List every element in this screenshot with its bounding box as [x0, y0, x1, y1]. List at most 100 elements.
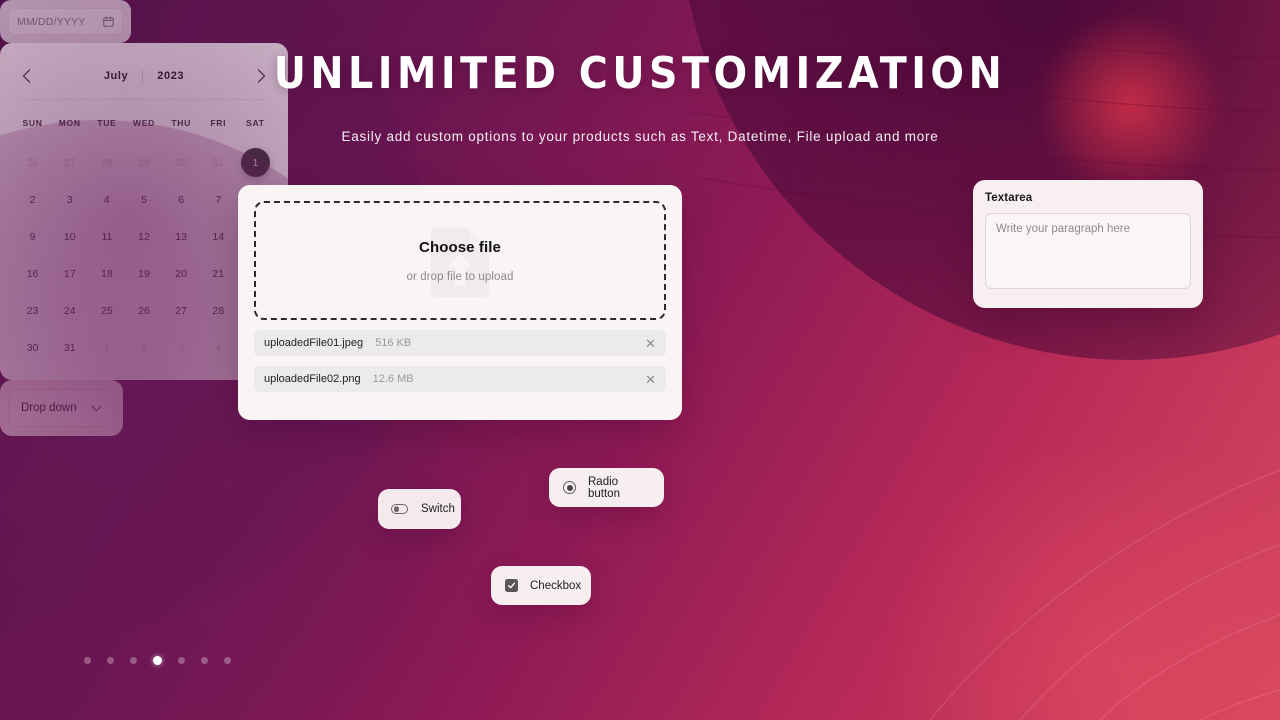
chevron-down-icon[interactable]	[91, 405, 102, 412]
calendar-day[interactable]: 26	[125, 292, 162, 329]
date-input[interactable]: MM/DD/YYYY	[8, 8, 123, 35]
file-dropzone[interactable]: Choose file or drop file to upload	[254, 201, 666, 320]
calendar-day-number: 2	[29, 193, 36, 206]
close-icon[interactable]: ✕	[645, 373, 656, 386]
calendar-day[interactable]: 26	[14, 144, 51, 181]
calendar-day-number: 6	[178, 193, 185, 206]
calendar-day[interactable]: 4	[200, 329, 237, 366]
calendar-day-number: 28	[101, 156, 113, 169]
date-placeholder: MM/DD/YYYY	[17, 15, 86, 28]
calendar-day[interactable]: 12	[125, 218, 162, 255]
calendar-day-number: 31	[63, 341, 76, 354]
divider	[22, 99, 266, 100]
calendar-day[interactable]: 25	[88, 292, 125, 329]
pagination-dot[interactable]	[224, 657, 231, 664]
calendar-day-number: 26	[138, 304, 150, 317]
calendar-day[interactable]: 3	[163, 329, 200, 366]
calendar-day-number: 11	[101, 230, 113, 243]
calendar-day[interactable]: 7	[200, 181, 237, 218]
file-size: 12.6 MB	[372, 373, 414, 385]
calendar-day[interactable]: 17	[51, 255, 88, 292]
calendar-day[interactable]: 5	[125, 181, 162, 218]
calendar-day[interactable]: 24	[51, 292, 88, 329]
calendar-day-number: 1	[240, 148, 270, 177]
calendar-day-number: 18	[101, 267, 113, 280]
calendar-day-number: 4	[103, 193, 110, 206]
dropdown-select[interactable]: Drop down	[9, 389, 114, 427]
calendar-day[interactable]: 29	[125, 144, 162, 181]
close-icon[interactable]: ✕	[645, 337, 656, 350]
calendar-day-number: 12	[138, 230, 150, 243]
calendar-day-number: 27	[175, 304, 187, 317]
pagination-dot-active[interactable]	[153, 656, 162, 665]
calendar-day[interactable]: 28	[200, 292, 237, 329]
checkbox-control[interactable]: Checkbox	[491, 566, 591, 605]
radio-inner-dot	[566, 484, 573, 491]
calendar-day[interactable]: 4	[88, 181, 125, 218]
date-input-card: MM/DD/YYYY	[0, 0, 131, 43]
page-subtitle: Easily add custom options to your produc…	[341, 129, 939, 144]
dropdown-label: Drop down	[21, 402, 77, 414]
calendar-day[interactable]: 2	[125, 329, 162, 366]
calendar-day[interactable]: 14	[200, 218, 237, 255]
calendar-day[interactable]: 27	[163, 292, 200, 329]
file-upload-card: Choose file or drop file to upload uploa…	[238, 185, 682, 420]
checkbox-label: Checkbox	[530, 579, 582, 592]
calendar-icon[interactable]	[103, 16, 114, 27]
calendar-day[interactable]: 23	[14, 292, 51, 329]
calendar-day-number: 20	[175, 267, 187, 280]
calendar-day-number: 30	[26, 341, 39, 354]
file-name: uploadedFile02.png	[264, 373, 361, 385]
toggle-switch-icon[interactable]	[391, 504, 408, 514]
calendar-day-number: 16	[26, 267, 39, 280]
textarea-input[interactable]: Write your paragraph here	[985, 213, 1191, 289]
pagination-dot[interactable]	[130, 657, 137, 664]
radio-icon[interactable]	[563, 481, 576, 494]
calendar-day-number: 7	[215, 193, 222, 206]
calendar-day-number: 30	[175, 156, 187, 169]
calendar-day[interactable]: 31	[51, 329, 88, 366]
calendar-day-number: 23	[26, 304, 39, 317]
file-size: 516 KB	[375, 337, 412, 349]
slide-canvas: UNLIMITED CUSTOMIZATION Easily add custo…	[0, 0, 1280, 720]
calendar-day-number: 14	[212, 230, 225, 243]
calendar-day[interactable]: 30	[163, 144, 200, 181]
calendar-day[interactable]: 6	[163, 181, 200, 218]
calendar-day[interactable]: 16	[14, 255, 51, 292]
pagination-dot[interactable]	[84, 657, 91, 664]
drop-file-hint: or drop file to upload	[406, 270, 514, 283]
calendar-day[interactable]: 20	[163, 255, 200, 292]
calendar-day[interactable]: 19	[125, 255, 162, 292]
calendar-day[interactable]: 9	[14, 218, 51, 255]
calendar-day[interactable]: 18	[88, 255, 125, 292]
page-title: UNLIMITED CUSTOMIZATION	[273, 48, 1007, 99]
calendar-day[interactable]: 21	[200, 255, 237, 292]
calendar-day[interactable]: 11	[88, 218, 125, 255]
calendar-day[interactable]: 28	[88, 144, 125, 181]
radio-button-control[interactable]: Radio button	[549, 468, 664, 507]
calendar-day-selected[interactable]: 1	[237, 144, 274, 181]
calendar-day-number: 17	[63, 267, 76, 280]
calendar-day[interactable]: 2	[14, 181, 51, 218]
calendar-day[interactable]: 3	[51, 181, 88, 218]
file-name: uploadedFile01.jpeg	[264, 337, 364, 349]
pagination-dot[interactable]	[178, 657, 185, 664]
file-upload-icon	[431, 226, 489, 297]
calendar-day[interactable]: 31	[200, 144, 237, 181]
calendar-day-number: 24	[63, 304, 76, 317]
calendar-day[interactable]: 30	[14, 329, 51, 366]
toggle-knob	[393, 506, 400, 512]
calendar-day-number: 3	[66, 193, 73, 206]
calendar-day-number: 5	[141, 193, 147, 206]
pagination-dot[interactable]	[201, 657, 208, 664]
pagination-dot[interactable]	[107, 657, 114, 664]
calendar-day[interactable]: 1	[88, 329, 125, 366]
calendar-day-number: 13	[175, 230, 187, 243]
calendar-day[interactable]: 27	[51, 144, 88, 181]
calendar-day[interactable]: 13	[163, 218, 200, 255]
calendar-day-number: 2	[141, 341, 147, 354]
textarea-label: Textarea	[985, 192, 1033, 204]
switch-control[interactable]: Switch	[378, 489, 461, 529]
checkbox-icon[interactable]	[505, 579, 518, 592]
calendar-day[interactable]: 10	[51, 218, 88, 255]
